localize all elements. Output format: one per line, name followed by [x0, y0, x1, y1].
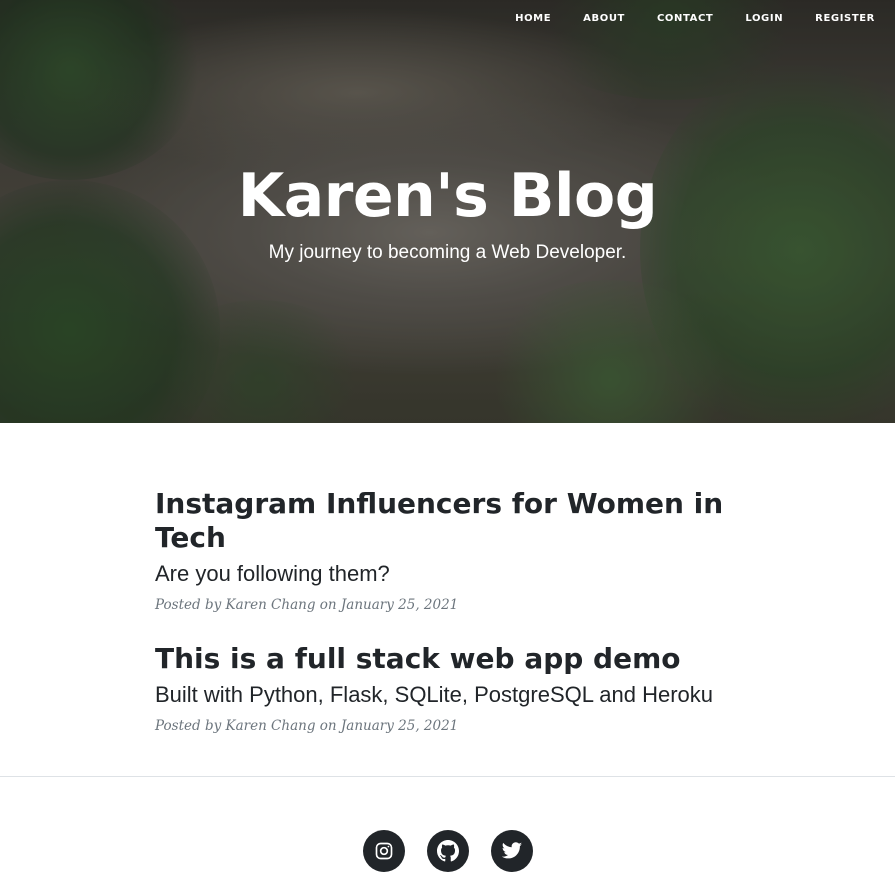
instagram-icon [374, 841, 394, 861]
post-preview[interactable]: Instagram Influencers for Women in Tech … [155, 487, 740, 613]
hero-header: HOME ABOUT CONTACT LOGIN REGISTER Karen'… [0, 0, 895, 423]
nav-register-link[interactable]: REGISTER [815, 12, 875, 24]
post-title[interactable]: This is a full stack web app demo [155, 642, 740, 676]
post-list: Instagram Influencers for Women in Tech … [0, 423, 895, 777]
content-divider [0, 776, 895, 777]
nav-about-link[interactable]: ABOUT [583, 12, 625, 24]
post-subtitle[interactable]: Built with Python, Flask, SQLite, Postgr… [155, 682, 740, 708]
post-title[interactable]: Instagram Influencers for Women in Tech [155, 487, 740, 555]
github-icon [436, 840, 459, 862]
social-links [0, 830, 895, 872]
nav-login-link[interactable]: LOGIN [745, 12, 783, 24]
post-meta: Posted by Karen Chang on January 25, 202… [155, 718, 459, 734]
site-title: Karen's Blog [237, 161, 658, 231]
main-nav: HOME ABOUT CONTACT LOGIN REGISTER [483, 12, 875, 24]
twitter-icon [501, 840, 523, 862]
post-subtitle[interactable]: Are you following them? [155, 561, 740, 587]
nav-home-link[interactable]: HOME [515, 12, 551, 24]
nav-contact-link[interactable]: CONTACT [657, 12, 713, 24]
github-link[interactable] [426, 830, 469, 872]
post-meta: Posted by Karen Chang on January 25, 202… [155, 597, 459, 613]
hero-heading-block: Karen's Blog My journey to becoming a We… [0, 160, 895, 264]
site-subtitle: My journey to becoming a Web Developer. [268, 242, 627, 263]
instagram-link[interactable] [362, 830, 405, 872]
post-preview[interactable]: This is a full stack web app demo Built … [155, 642, 740, 734]
twitter-link[interactable] [490, 830, 533, 872]
